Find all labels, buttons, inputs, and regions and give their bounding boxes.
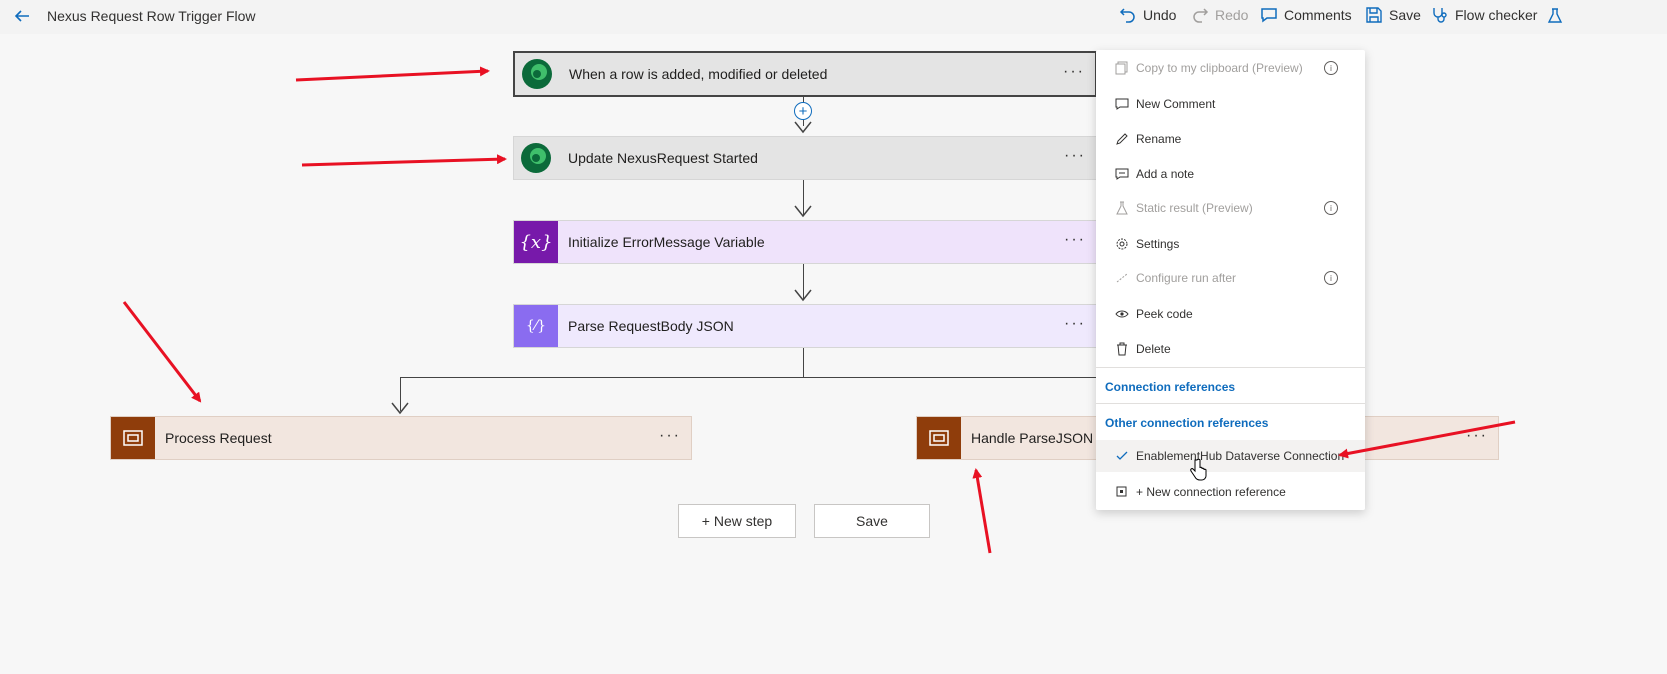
other-connection-references-heading: Other connection references bbox=[1105, 416, 1269, 430]
save-icon bbox=[1366, 7, 1382, 23]
run-after-icon bbox=[1114, 270, 1130, 286]
annotation-arrow bbox=[972, 468, 992, 554]
comments-button[interactable]: Comments bbox=[1260, 6, 1352, 24]
initialize-variable-step-card[interactable]: {x} Initialize ErrorMessage Variable ··· bbox=[513, 220, 1097, 264]
menu-item-label: Copy to my clipboard (Preview) bbox=[1136, 61, 1303, 75]
flow-checker-button[interactable]: Flow checker bbox=[1431, 6, 1537, 24]
menu-item-label: New Comment bbox=[1136, 97, 1216, 111]
menu-item-rename[interactable]: Rename bbox=[1096, 123, 1365, 155]
save-toolbar-label: Save bbox=[1389, 7, 1421, 23]
more-options-icon[interactable]: ··· bbox=[1064, 315, 1086, 333]
undo-button[interactable]: Undo bbox=[1119, 6, 1176, 24]
step-context-menu: Copy to my clipboard (Preview) i New Com… bbox=[1096, 50, 1365, 510]
flask-icon bbox=[1114, 200, 1130, 216]
scope-icon bbox=[111, 417, 155, 459]
command-bar: Nexus Request Row Trigger Flow Undo Redo… bbox=[0, 0, 1667, 34]
note-icon bbox=[1114, 166, 1130, 182]
connector-line bbox=[803, 180, 804, 216]
dataverse-icon bbox=[514, 137, 558, 179]
variable-icon: {x} bbox=[514, 221, 558, 263]
scope-icon bbox=[917, 417, 961, 459]
annotation-arrow bbox=[301, 154, 507, 167]
more-options-icon[interactable]: ··· bbox=[1466, 427, 1488, 445]
stethoscope-icon bbox=[1433, 8, 1447, 23]
more-options-icon[interactable]: ··· bbox=[1064, 231, 1086, 249]
menu-item-new-comment[interactable]: New Comment bbox=[1096, 88, 1365, 120]
undo-icon bbox=[1119, 8, 1135, 23]
checkmark-icon bbox=[1114, 448, 1130, 464]
menu-item-enablementhub-connection[interactable]: EnablementHub Dataverse Connection bbox=[1096, 440, 1365, 472]
comments-label: Comments bbox=[1284, 7, 1352, 23]
menu-item-label: EnablementHub Dataverse Connection bbox=[1136, 449, 1345, 463]
process-request-scope-card[interactable]: Process Request ··· bbox=[110, 416, 692, 460]
undo-label: Undo bbox=[1143, 7, 1177, 23]
redo-button[interactable]: Redo bbox=[1191, 6, 1248, 24]
back-arrow-icon[interactable] bbox=[12, 6, 32, 26]
initialize-variable-step-title: Initialize ErrorMessage Variable bbox=[568, 234, 765, 250]
menu-item-label: Delete bbox=[1136, 342, 1171, 356]
trash-icon bbox=[1114, 341, 1130, 357]
menu-item-static-result[interactable]: Static result (Preview) i bbox=[1096, 192, 1365, 224]
insert-step-plus-icon[interactable]: + bbox=[794, 102, 812, 120]
more-options-icon[interactable]: ··· bbox=[659, 427, 681, 445]
flow-checker-label: Flow checker bbox=[1455, 7, 1538, 23]
menu-item-label: Peek code bbox=[1136, 307, 1193, 321]
handle-parsejson-title: Handle ParseJSON Fa bbox=[971, 430, 1114, 446]
dataverse-icon bbox=[515, 53, 559, 95]
trigger-step-title: When a row is added, modified or deleted bbox=[569, 66, 828, 82]
info-icon[interactable]: i bbox=[1324, 61, 1338, 75]
parse-json-icon: {⁄} bbox=[514, 305, 558, 347]
trigger-step-card[interactable]: When a row is added, modified or deleted… bbox=[513, 51, 1097, 97]
branch-line bbox=[400, 377, 1200, 378]
redo-icon bbox=[1193, 8, 1209, 23]
more-options-icon[interactable]: ··· bbox=[1063, 63, 1085, 81]
menu-item-label: + New connection reference bbox=[1136, 485, 1286, 499]
menu-divider bbox=[1096, 367, 1365, 368]
redo-label: Redo bbox=[1215, 7, 1249, 23]
new-step-button[interactable]: + New step bbox=[678, 504, 796, 538]
comment-icon bbox=[1261, 8, 1277, 23]
connector-line bbox=[803, 264, 804, 300]
update-step-card[interactable]: Update NexusRequest Started ··· bbox=[513, 136, 1097, 180]
annotation-arrow bbox=[122, 301, 202, 403]
menu-item-label: Rename bbox=[1136, 132, 1182, 146]
menu-item-delete[interactable]: Delete bbox=[1096, 333, 1365, 365]
comment-icon bbox=[1114, 96, 1130, 112]
process-request-title: Process Request bbox=[165, 430, 272, 446]
hand-cursor-icon bbox=[1190, 458, 1207, 481]
connector-line bbox=[400, 377, 401, 411]
connection-references-heading: Connection references bbox=[1105, 380, 1236, 394]
flow-title: Nexus Request Row Trigger Flow bbox=[47, 8, 256, 24]
menu-item-copy-clipboard[interactable]: Copy to my clipboard (Preview) i bbox=[1096, 52, 1365, 84]
menu-item-new-connection-reference[interactable]: + New connection reference bbox=[1096, 476, 1365, 508]
menu-item-settings[interactable]: Settings bbox=[1096, 228, 1365, 260]
info-icon[interactable]: i bbox=[1324, 201, 1338, 215]
pencil-icon bbox=[1114, 131, 1130, 147]
parse-json-step-card[interactable]: {⁄} Parse RequestBody JSON ··· bbox=[513, 304, 1097, 348]
eye-icon bbox=[1114, 306, 1130, 322]
menu-item-label: Static result (Preview) bbox=[1136, 201, 1253, 215]
update-step-title: Update NexusRequest Started bbox=[568, 150, 758, 166]
test-flask-icon[interactable] bbox=[1546, 7, 1564, 25]
menu-item-label: Settings bbox=[1136, 237, 1180, 251]
menu-divider bbox=[1096, 403, 1365, 404]
menu-item-peek-code[interactable]: Peek code bbox=[1096, 298, 1365, 330]
copy-icon bbox=[1114, 60, 1130, 76]
save-toolbar-button[interactable]: Save bbox=[1365, 6, 1421, 24]
gear-icon bbox=[1114, 236, 1130, 252]
menu-item-add-note[interactable]: Add a note bbox=[1096, 158, 1365, 190]
more-options-icon[interactable]: ··· bbox=[1064, 147, 1086, 165]
annotation-arrow bbox=[295, 66, 490, 82]
save-button[interactable]: Save bbox=[814, 504, 930, 538]
connector-line bbox=[803, 348, 804, 378]
parse-json-step-title: Parse RequestBody JSON bbox=[568, 318, 734, 334]
menu-item-label: Configure run after bbox=[1136, 271, 1237, 285]
connection-icon bbox=[1114, 484, 1130, 500]
menu-item-configure-run-after[interactable]: Configure run after i bbox=[1096, 262, 1365, 294]
menu-item-label: Add a note bbox=[1136, 167, 1195, 181]
info-icon[interactable]: i bbox=[1324, 271, 1338, 285]
